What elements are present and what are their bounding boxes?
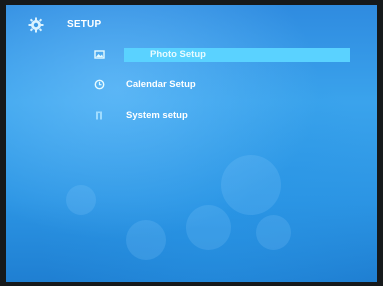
background-bokeh: [126, 220, 166, 260]
page-title: SETUP: [67, 19, 102, 30]
gear-icon: [28, 17, 44, 33]
background-bokeh: [221, 155, 281, 215]
background-bokeh: [186, 205, 231, 250]
menu-item-label: Calendar Setup: [126, 79, 196, 90]
clock-icon: [94, 79, 105, 90]
background-bokeh: [256, 215, 291, 250]
menu-item-label: Photo Setup: [124, 48, 350, 62]
menu-item-system-setup[interactable]: System setup: [92, 107, 352, 124]
device-frame: SETUP Photo Setup Calendar Setup System …: [0, 0, 383, 286]
menu-item-label: System setup: [126, 110, 188, 121]
menu-item-calendar-setup[interactable]: Calendar Setup: [92, 76, 352, 93]
system-icon: [96, 111, 102, 120]
photo-icon: [94, 50, 105, 59]
menu-item-photo-setup[interactable]: Photo Setup: [92, 46, 352, 63]
setup-screen: SETUP Photo Setup Calendar Setup System …: [6, 5, 377, 282]
background-bokeh: [66, 185, 96, 215]
